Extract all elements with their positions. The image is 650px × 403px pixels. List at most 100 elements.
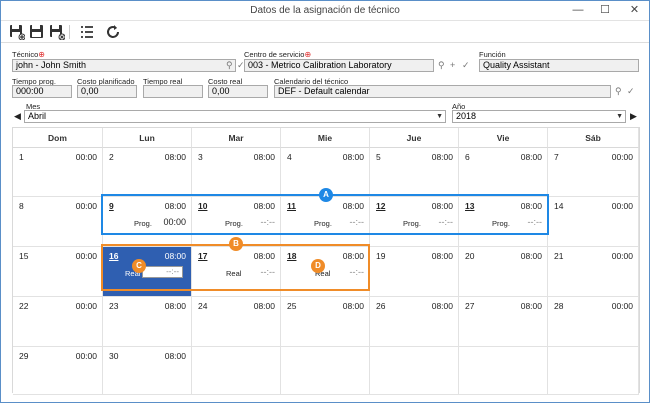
calendar-day-24[interactable]: 24 08:00: [192, 297, 281, 347]
time-value-input[interactable]: 00:00: [163, 217, 186, 227]
calendar-day-22[interactable]: 22 00:00: [13, 297, 103, 347]
day-hours: 00:00: [611, 251, 633, 261]
month-select[interactable]: Abril ▼: [24, 110, 446, 123]
day-hours: 08:00: [253, 251, 275, 261]
calendar-day-17[interactable]: 17 08:00 Real --:--: [192, 247, 281, 297]
calendar-day-6[interactable]: 6 08:00: [459, 148, 548, 197]
calendar-day-21[interactable]: 21 00:00: [548, 247, 639, 297]
day-number: 5: [376, 152, 381, 162]
day-hours: 00:00: [75, 301, 97, 311]
time-type-label: Prog.: [492, 219, 510, 228]
list-icon[interactable]: [79, 24, 95, 40]
day-hours: 08:00: [342, 301, 364, 311]
day-number: 25: [287, 301, 297, 311]
centro-label: Centro de servicio⊕: [244, 50, 312, 59]
add-icon[interactable]: +: [450, 59, 455, 71]
calendar-day-28[interactable]: 28 00:00: [548, 297, 639, 347]
calendario-field[interactable]: DEF - Default calendar: [274, 85, 611, 98]
time-value-input[interactable]: --:--: [261, 267, 276, 277]
weekday-header: Lun: [103, 128, 192, 148]
month-value: Abril: [28, 111, 47, 121]
calendar-day-12[interactable]: 12 08:00 Prog. --:--: [370, 197, 459, 247]
calendar-day-9[interactable]: 9 08:00 Prog. 00:00: [103, 197, 192, 247]
tecnico-field[interactable]: john - John Smith: [12, 59, 236, 72]
funcion-field[interactable]: Quality Assistant: [479, 59, 639, 72]
day-number: 7: [554, 152, 559, 162]
time-value-input[interactable]: --:--: [261, 217, 276, 227]
time-value-input[interactable]: --:--: [439, 217, 454, 227]
day-hours: 08:00: [164, 152, 186, 162]
time-type-label: Prog.: [134, 219, 152, 228]
day-hours: 00:00: [611, 301, 633, 311]
clear-icon[interactable]: ✓: [462, 59, 470, 71]
tiempo-prog-field[interactable]: 000:00: [12, 85, 72, 98]
day-number: 1: [19, 152, 24, 162]
weekday-header: Jue: [370, 128, 459, 148]
calendar-day-3[interactable]: 3 08:00: [192, 148, 281, 197]
year-select[interactable]: 2018 ▼: [452, 110, 626, 123]
calendar-day-5[interactable]: 5 08:00: [370, 148, 459, 197]
chevron-down-icon: ▼: [436, 113, 443, 120]
calendar-day-25[interactable]: 25 08:00: [281, 297, 370, 347]
day-number: 19: [376, 251, 386, 261]
calendar-day-29[interactable]: 29 00:00: [13, 347, 103, 395]
calendar-day-30[interactable]: 30 08:00: [103, 347, 192, 395]
day-hours: 08:00: [520, 152, 542, 162]
tiempo-real-field[interactable]: [143, 85, 203, 98]
maximize-button[interactable]: ☐: [592, 1, 618, 20]
day-hours: 08:00: [164, 251, 186, 261]
day-number: 11: [287, 201, 296, 211]
calendar-day-19[interactable]: 19 08:00: [370, 247, 459, 297]
close-button[interactable]: ✕: [620, 1, 649, 20]
window-title: Datos de la asignación de técnico: [250, 5, 400, 16]
calendar-day-2[interactable]: 2 08:00: [103, 148, 192, 197]
time-value-input[interactable]: --:--: [350, 267, 365, 277]
calendar-day-27[interactable]: 27 08:00: [459, 297, 548, 347]
save-new-icon[interactable]: [9, 24, 25, 40]
calendar-day-23[interactable]: 23 08:00: [103, 297, 192, 347]
calendar-day-13[interactable]: 13 08:00 Prog. --:--: [459, 197, 548, 247]
costo-real-field[interactable]: 0,00: [208, 85, 268, 98]
prev-month-button[interactable]: ◀: [13, 110, 22, 123]
calendar-day-11[interactable]: 11 08:00 Prog. --:--: [281, 197, 370, 247]
save-close-icon[interactable]: [49, 24, 65, 40]
refresh-icon[interactable]: [105, 24, 121, 40]
badge-a: A: [319, 188, 333, 202]
calendar-day-26[interactable]: 26 08:00: [370, 297, 459, 347]
toolbar-separator: [69, 25, 70, 39]
day-number: 13: [465, 201, 475, 211]
costo-plan-field[interactable]: 0,00: [77, 85, 137, 98]
weekday-header: Sáb: [548, 128, 639, 148]
search-icon[interactable]: ⚲: [615, 85, 622, 97]
day-number: 15: [19, 251, 29, 261]
next-month-button[interactable]: ▶: [629, 110, 638, 123]
day-number: 2: [109, 152, 114, 162]
day-hours: 08:00: [431, 152, 453, 162]
search-icon[interactable]: ⚲: [438, 59, 445, 71]
calendar-day-14[interactable]: 14 00:00: [548, 197, 639, 247]
day-number: 17: [198, 251, 208, 261]
minimize-button[interactable]: —: [565, 1, 591, 20]
calendar-day-15[interactable]: 15 00:00: [13, 247, 103, 297]
day-number: 10: [198, 201, 208, 211]
save-icon[interactable]: [29, 24, 45, 40]
toolbar: [1, 21, 649, 43]
day-number: 12: [376, 201, 386, 211]
real-time-input[interactable]: --:--: [142, 266, 183, 278]
search-icon[interactable]: ⚲: [226, 59, 233, 71]
calendar-day-1[interactable]: 1 00:00: [13, 148, 103, 197]
centro-field[interactable]: 003 - Metrico Calibration Laboratory: [244, 59, 434, 72]
calendar-day-7[interactable]: 7 00:00: [548, 148, 639, 197]
clear-icon[interactable]: ✓: [627, 85, 635, 97]
time-value-input[interactable]: --:--: [350, 217, 365, 227]
time-value-input[interactable]: --:--: [528, 217, 543, 227]
calendar-day-20[interactable]: 20 08:00: [459, 247, 548, 297]
calendar-day-8[interactable]: 8 00:00: [13, 197, 103, 247]
day-number: 20: [465, 251, 475, 261]
calendar-day-18[interactable]: 18 08:00 Real --:--: [281, 247, 370, 297]
day-number: 28: [554, 301, 564, 311]
day-hours: 08:00: [431, 201, 453, 211]
calendar-day-16[interactable]: 16 08:00 Real --:--: [103, 247, 192, 297]
day-number: 3: [198, 152, 203, 162]
day-number: 14: [554, 201, 564, 211]
